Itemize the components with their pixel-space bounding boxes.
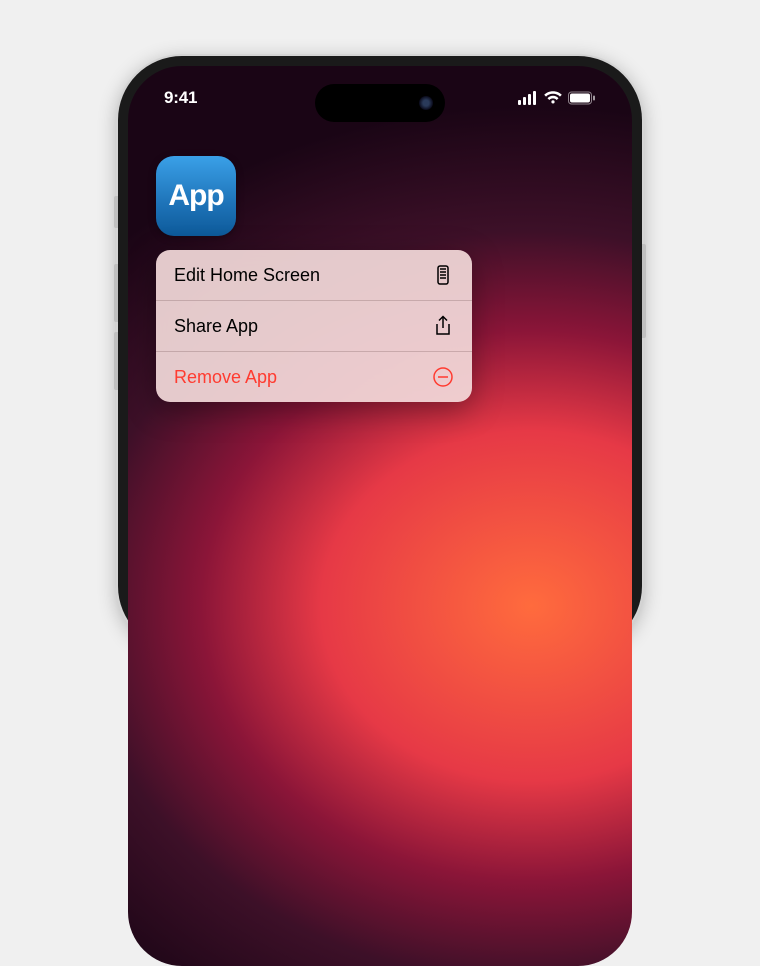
front-camera — [419, 96, 433, 110]
phone-screen: 9:41 — [128, 66, 632, 966]
power-button — [642, 244, 646, 338]
wifi-icon — [544, 91, 562, 105]
share-icon — [432, 315, 454, 337]
cellular-icon — [518, 91, 538, 105]
status-time: 9:41 — [164, 88, 197, 108]
phone-icon — [432, 264, 454, 286]
menu-item-share-app[interactable]: Share App — [156, 301, 472, 352]
app-icon-label: App — [168, 179, 223, 213]
volume-down-button — [114, 332, 118, 390]
menu-item-label: Edit Home Screen — [174, 265, 320, 286]
volume-up-button — [114, 264, 118, 322]
menu-item-label: Remove App — [174, 367, 277, 388]
dynamic-island — [315, 84, 445, 122]
silence-switch — [114, 196, 118, 228]
battery-icon — [568, 91, 596, 105]
iphone-frame: 9:41 — [118, 56, 642, 650]
side-buttons-right — [642, 244, 646, 338]
status-indicators — [518, 91, 596, 105]
menu-item-remove-app[interactable]: Remove App — [156, 352, 472, 402]
minus-circle-icon — [432, 366, 454, 388]
app-icon[interactable]: App — [156, 156, 236, 236]
context-menu: Edit Home Screen Share App — [156, 250, 472, 402]
menu-item-label: Share App — [174, 316, 258, 337]
menu-item-edit-home-screen[interactable]: Edit Home Screen — [156, 250, 472, 301]
